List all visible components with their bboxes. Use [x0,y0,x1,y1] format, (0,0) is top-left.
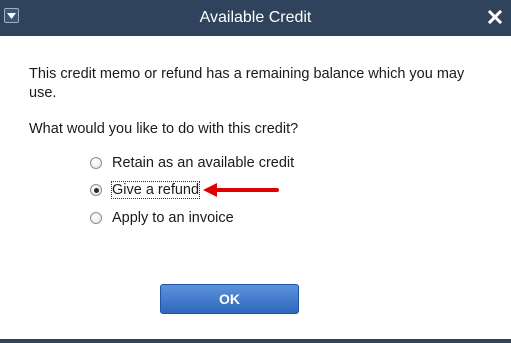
balance-message: This credit memo or refund has a remaini… [29,66,465,101]
ok-button[interactable]: OK [160,284,299,314]
option-give-refund[interactable]: Give a refund [90,180,201,200]
bottom-border [0,339,511,343]
option-label: Retain as an available credit [112,155,295,171]
window-title: Available Credit [199,9,312,26]
close-icon [487,9,503,25]
option-label: Apply to an invoice [112,210,234,226]
option-retain-credit[interactable]: Retain as an available credit [90,153,294,173]
title-bar: Available Credit [0,0,511,36]
red-arrow-icon [203,183,279,197]
apply-invoice-radio[interactable] [90,212,102,224]
give-refund-radio[interactable] [90,184,102,196]
question-text: What would you like to do with this cred… [29,121,299,137]
option-label: Give a refund [110,181,201,199]
option-apply-invoice[interactable]: Apply to an invoice [90,208,234,228]
retain-credit-radio[interactable] [90,157,102,169]
close-button[interactable] [487,9,503,25]
